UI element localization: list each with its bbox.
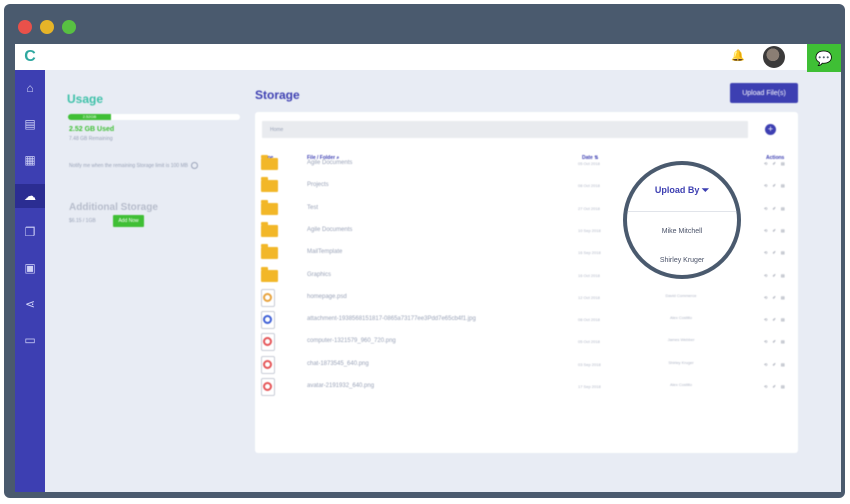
row-actions[interactable]: ⟲ ✐ ▤ bbox=[764, 183, 787, 188]
upload-files-button[interactable]: Upload File(s) bbox=[730, 83, 798, 103]
file-date: 17 Sep 2018 bbox=[578, 384, 601, 389]
add-now-button[interactable]: Add Now bbox=[113, 215, 144, 227]
avatar[interactable] bbox=[763, 46, 785, 68]
file-icon bbox=[261, 288, 275, 307]
layers-icon[interactable]: ❐ bbox=[15, 220, 45, 244]
row-actions[interactable]: ⟲ ✐ ▤ bbox=[764, 228, 787, 233]
file-date: 05 Oct 2018 bbox=[578, 161, 600, 166]
file-name[interactable]: Graphics bbox=[307, 272, 331, 278]
window-frame: C 🔔 💬 ⌂ ▤ ▦ ☁ ❐ ▣ ⋖ ▭ Usage 2.52GB 2.52 … bbox=[4, 4, 845, 498]
row-actions[interactable]: ⟲ ✐ ▤ bbox=[764, 317, 787, 322]
file-name[interactable]: Projects bbox=[307, 182, 329, 188]
card-icon[interactable]: ▭ bbox=[15, 328, 45, 352]
file-date: 16 Sep 2018 bbox=[578, 250, 601, 256]
file-name[interactable]: avatar-2191932_640.png bbox=[307, 383, 374, 389]
id-card-icon[interactable]: ▤ bbox=[15, 112, 45, 136]
upload-by: Shirley Kruger bbox=[668, 359, 694, 365]
upload-by: James Webber bbox=[667, 337, 695, 343]
row-actions[interactable]: ⟲ ✐ ▤ bbox=[764, 295, 787, 300]
table-row[interactable]: homepage.psd 12 Oct 2018 David Commerce ⟲ ✐… bbox=[255, 286, 798, 308]
file-icon bbox=[261, 378, 275, 396]
storage-title: Storage bbox=[255, 88, 300, 102]
calendar-icon[interactable]: ▦ bbox=[15, 148, 45, 172]
usage-title: Usage bbox=[67, 92, 104, 106]
row-actions[interactable]: ⟲ ✐ ▤ bbox=[764, 250, 787, 255]
home-icon[interactable]: ⌂ bbox=[15, 76, 45, 100]
sidebar: ⌂ ▤ ▦ ☁ ❐ ▣ ⋖ ▭ bbox=[15, 70, 45, 492]
file-name[interactable]: homepage.psd bbox=[307, 294, 347, 300]
share-icon[interactable]: ⋖ bbox=[15, 292, 45, 316]
additional-storage-title: Additional Storage bbox=[69, 202, 158, 213]
folder-icon bbox=[261, 177, 278, 193]
table-row[interactable]: Agile Documents 05 Oct 2018 ⟲ ✐ ▤ bbox=[255, 152, 798, 174]
row-actions[interactable]: ⟲ ✐ ▤ bbox=[764, 339, 787, 344]
archive-icon[interactable]: ▣ bbox=[15, 256, 45, 280]
table-row[interactable]: attachment-1938568151817-0865a73177ee3Pd… bbox=[255, 308, 798, 330]
file-icon bbox=[261, 333, 275, 352]
info-icon[interactable] bbox=[190, 162, 198, 170]
breadcrumb[interactable]: Home bbox=[262, 121, 748, 138]
row-actions[interactable]: ⟲ ✐ ▤ bbox=[764, 362, 787, 367]
divider bbox=[627, 211, 737, 212]
chat-icon[interactable]: 💬 bbox=[807, 44, 841, 72]
upload-by-zoom-callout: Upload By ⏷ Mike Mitchell Shirley Kruger bbox=[623, 161, 741, 279]
upload-by-option[interactable]: Shirley Kruger bbox=[627, 257, 737, 264]
file-name[interactable]: Agile Documents bbox=[307, 227, 352, 233]
file-name[interactable]: Test bbox=[307, 205, 318, 211]
upload-by-header[interactable]: Upload By ⏷ bbox=[627, 185, 737, 196]
remaining-text: 7.48 GB Remaining bbox=[69, 136, 113, 142]
bell-icon[interactable]: 🔔 bbox=[731, 50, 745, 62]
folder-icon bbox=[261, 266, 278, 282]
minimize-window-button[interactable] bbox=[40, 20, 54, 34]
file-date: 08 Oct 2018 bbox=[578, 183, 600, 189]
file-date: 10 Sep 2018 bbox=[578, 227, 601, 233]
used-text: 2.52 GB Used bbox=[69, 126, 115, 133]
row-actions[interactable]: ⟲ ✐ ▤ bbox=[764, 273, 787, 278]
file-name[interactable]: Agile Documents bbox=[307, 160, 352, 166]
row-actions[interactable]: ⟲ ✐ ▤ bbox=[764, 161, 787, 166]
app-logo[interactable]: C bbox=[17, 44, 43, 70]
maximize-window-button[interactable] bbox=[62, 20, 76, 34]
folder-icon bbox=[261, 155, 278, 170]
file-name[interactable]: attachment-1938568151817-0865a73177ee3Pd… bbox=[307, 316, 476, 322]
file-name[interactable]: computer-1321579_960_720.png bbox=[307, 338, 396, 344]
file-table-card: Home + Type File / Folder ⌕ Date ⇅ Actio… bbox=[255, 112, 798, 453]
notify-label: Notify me when the remaining Storage lim… bbox=[69, 163, 188, 169]
row-actions[interactable]: ⟲ ✐ ▤ bbox=[764, 206, 787, 211]
top-bar: C 🔔 💬 bbox=[15, 44, 841, 72]
table-row[interactable]: avatar-2191932_640.png 17 Sep 2018 Alex Co… bbox=[255, 375, 798, 397]
upload-by-option[interactable]: Mike Mitchell bbox=[627, 228, 737, 235]
usage-progress-fill: 2.52GB bbox=[68, 114, 111, 120]
upload-by: Alex Costillo bbox=[669, 315, 692, 321]
upload-by: Alex Costillo bbox=[669, 382, 692, 387]
filter-icon[interactable]: ⏷ bbox=[702, 185, 709, 195]
file-icon bbox=[261, 355, 275, 374]
row-actions[interactable]: ⟲ ✐ ▤ bbox=[764, 384, 787, 389]
folder-icon bbox=[261, 221, 278, 237]
file-date: 08 Oct 2018 bbox=[578, 317, 600, 323]
upload-by: David Commerce bbox=[665, 292, 697, 298]
folder-icon bbox=[261, 199, 278, 215]
file-date: 16 Oct 2018 bbox=[578, 272, 600, 278]
file-name[interactable]: chat-1873545_640.png bbox=[307, 361, 369, 367]
upload-by-label: Upload By bbox=[654, 185, 700, 195]
app-screen: C 🔔 💬 ⌂ ▤ ▦ ☁ ❐ ▣ ⋖ ▭ Usage 2.52GB 2.52 … bbox=[15, 44, 841, 492]
usage-progress-bar: 2.52GB bbox=[68, 114, 240, 120]
table-row[interactable]: chat-1873545_640.png 03 Sep 2018 Shirley K… bbox=[255, 353, 798, 375]
file-date: 27 Oct 2018 bbox=[578, 205, 600, 211]
close-window-button[interactable] bbox=[18, 20, 32, 34]
file-name[interactable]: MailTemplate bbox=[307, 249, 342, 255]
table-row[interactable]: computer-1321579_960_720.png 05 Oct 2018 J… bbox=[255, 330, 798, 352]
notify-text: Notify me when the remaining Storage lim… bbox=[69, 162, 241, 171]
add-folder-button[interactable]: + bbox=[765, 124, 776, 135]
file-date: 03 Sep 2018 bbox=[578, 361, 601, 367]
folder-icon bbox=[261, 244, 278, 260]
storage-price: $6.15 / 1GB bbox=[69, 218, 96, 224]
cloud-icon[interactable]: ☁ bbox=[15, 184, 45, 208]
file-icon bbox=[261, 311, 275, 330]
file-date: 12 Oct 2018 bbox=[578, 294, 600, 300]
file-date: 05 Oct 2018 bbox=[578, 339, 600, 345]
